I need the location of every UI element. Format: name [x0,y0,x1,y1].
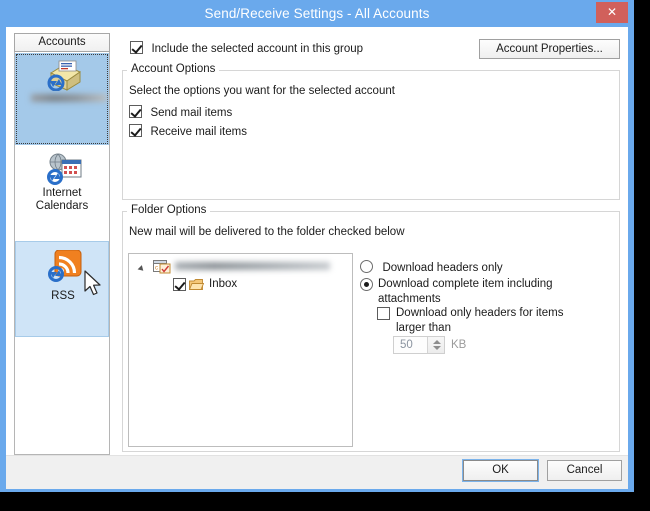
svg-text:c: c [155,266,158,272]
accounts-list[interactable]: Internet Calendars RSS [14,52,110,455]
download-headers-only-radio-button[interactable] [360,260,373,273]
rss-icon [48,250,82,282]
ok-button[interactable]: OK [463,460,538,481]
window-title: Send/Receive Settings - All Accounts [204,6,430,21]
send-mail-items-label: Send mail items [150,107,233,119]
inbox-folder-icon [189,279,204,290]
account-properties-button[interactable]: Account Properties... [479,39,620,59]
account-node-icon: c [153,260,171,274]
sidebar-item-rss-label: RSS [51,290,75,302]
cancel-button[interactable]: Cancel [547,460,622,481]
send-mail-items-checkbox-box[interactable] [129,105,142,118]
download-complete-item-radio[interactable]: Download complete item including attachm… [360,277,553,307]
inbox-label: Inbox [209,278,238,290]
download-complete-item-label-line2: attachments [378,293,441,305]
include-account-checkbox[interactable]: Include the selected account in this gro… [130,39,363,57]
download-complete-item-label-line1: Download complete item including [378,278,553,290]
size-threshold-spinner-buttons[interactable] [427,337,444,353]
close-icon[interactable]: ✕ [596,2,628,23]
download-only-headers-larger-checkbox[interactable]: Download only headers for items larger t… [377,306,563,336]
send-mail-items-checkbox[interactable]: Send mail items [129,103,232,121]
download-headers-only-label: Download headers only [382,262,503,274]
download-only-headers-larger-label-line1: Download only headers for items [396,307,564,319]
dialog-content: Accounts Internet Calendars RSS Include … [6,27,628,489]
stepper-up-icon[interactable] [433,340,441,344]
folder-options-description: New mail will be delivered to the folder… [129,226,405,238]
sidebar-item-rss[interactable]: RSS [15,241,109,337]
size-unit-label: KB [451,339,467,351]
size-threshold-value[interactable]: 50 [400,339,413,351]
account-options-description: Select the options you want for the sele… [129,85,395,97]
account-options-legend: Account Options [127,63,220,75]
screenshot-root: Send/Receive Settings - All Accounts ✕ A… [0,0,650,511]
sidebar-item-internet-calendars[interactable]: Internet Calendars [15,147,109,239]
sidebar-item-internet-calendars-label-line1: Internet [42,187,82,199]
sidebar-item-account[interactable] [15,53,109,145]
size-threshold-stepper[interactable]: 50 [393,336,445,354]
sidebar-item-internet-calendars-label-line2: Calendars [35,200,89,212]
include-account-label: Include the selected account in this gro… [151,43,364,55]
stepper-down-icon[interactable] [433,346,441,350]
sidebar-item-account-label [31,94,107,102]
receive-mail-items-checkbox-box[interactable] [129,124,142,137]
receive-mail-items-checkbox[interactable]: Receive mail items [129,122,247,140]
inbox-checkbox[interactable] [173,278,186,291]
folder-tree-root-label [175,262,330,270]
dialog-window: Send/Receive Settings - All Accounts ✕ A… [0,0,634,492]
expand-collapse-arrow-icon[interactable] [137,265,146,273]
folder-tree[interactable]: c Inbox [128,253,353,447]
download-only-headers-larger-checkbox-box[interactable] [377,307,390,320]
download-only-headers-larger-label-line2: larger than [396,322,451,334]
include-account-checkbox-box[interactable] [130,41,143,54]
send-receive-account-icon [47,60,81,91]
accounts-header: Accounts [14,33,110,52]
receive-mail-items-label: Receive mail items [150,126,247,138]
folder-options-legend: Folder Options [127,204,211,216]
download-headers-only-radio[interactable]: Download headers only [360,258,503,276]
internet-calendars-icon [47,153,82,185]
download-complete-item-radio-button[interactable] [360,278,373,291]
